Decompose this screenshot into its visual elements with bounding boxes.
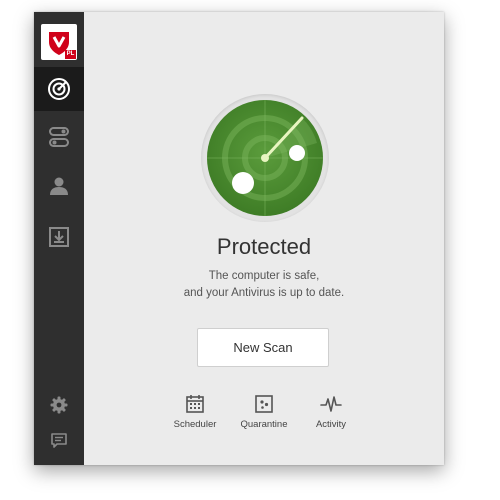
activity-icon	[320, 396, 342, 412]
status-line-2: and your Antivirus is up to date.	[183, 287, 345, 299]
scheduler-button[interactable]: Scheduler	[160, 394, 230, 430]
download-icon	[49, 227, 69, 247]
feedback-icon	[51, 433, 67, 448]
app-window: PL Protected The computer is safe, and y…	[34, 12, 444, 465]
nav-item-account[interactable]	[34, 164, 84, 208]
calendar-icon	[186, 395, 204, 413]
toggle-icon	[49, 127, 69, 147]
radar-icon	[48, 78, 70, 100]
nav-item-settings-toggles[interactable]	[34, 115, 84, 159]
app-logo: PL	[41, 24, 77, 60]
radar-icon	[207, 100, 323, 216]
logo-badge: PL	[65, 50, 76, 59]
nav-item-status[interactable]	[34, 67, 84, 111]
user-icon	[50, 177, 68, 195]
nav-item-downloads[interactable]	[34, 215, 84, 259]
nav-item-feedback[interactable]	[34, 419, 84, 463]
scheduler-label: Scheduler	[173, 419, 217, 430]
status-title: Protected	[216, 234, 312, 259]
gear-icon	[50, 396, 68, 414]
quarantine-label: Quarantine	[240, 419, 288, 430]
new-scan-button[interactable]: New Scan	[197, 328, 329, 367]
status-message: The computer is safe, and your Antivirus…	[84, 268, 444, 302]
status-line-1: The computer is safe,	[208, 270, 320, 282]
activity-label: Activity	[315, 419, 347, 430]
quarantine-icon	[255, 395, 273, 413]
activity-button[interactable]: Activity	[296, 394, 366, 430]
main-panel: Protected The computer is safe, and your…	[84, 12, 444, 465]
protection-status-radar	[201, 94, 329, 222]
sidebar: PL	[34, 12, 84, 465]
quarantine-button[interactable]: Quarantine	[229, 394, 299, 430]
